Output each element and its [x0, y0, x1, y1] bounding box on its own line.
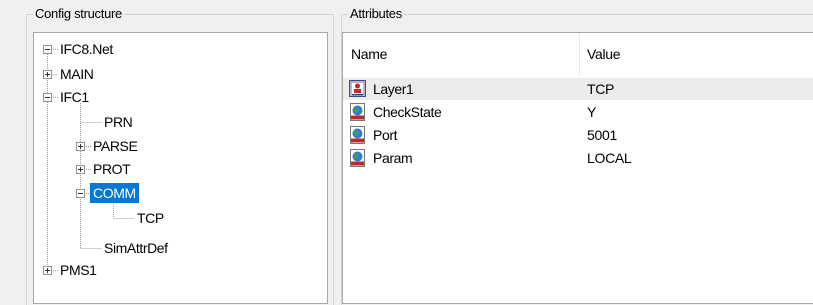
globe-document-icon: [349, 126, 367, 144]
tree-node-ifc1[interactable]: IFC1: [60, 87, 89, 107]
config-structure-title: Config structure: [33, 6, 124, 22]
row-name: CheckState: [373, 104, 442, 120]
list-row[interactable]: Param LOCAL: [343, 147, 813, 169]
config-tree[interactable]: IFC8.Net MAIN IFC1 PRN PARSE PROT COMM T…: [33, 32, 328, 304]
column-header-name[interactable]: Name: [351, 33, 387, 76]
list-row[interactable]: Port 5001: [343, 124, 813, 146]
globe-document-icon: [349, 103, 367, 121]
attributes-list[interactable]: Name Value Layer1 TCP CheckState Y Port …: [342, 32, 813, 304]
row-name: Layer1: [373, 81, 414, 97]
list-row[interactable]: Layer1 TCP: [343, 78, 813, 100]
tree-node-main[interactable]: MAIN: [60, 64, 94, 84]
column-divider[interactable]: [579, 33, 580, 76]
layer-icon: [349, 80, 367, 98]
row-value: 5001: [587, 127, 617, 143]
tree-node-pms1[interactable]: PMS1: [60, 260, 97, 280]
row-value: Y: [587, 104, 597, 120]
globe-document-icon: [349, 149, 367, 167]
row-value: LOCAL: [587, 150, 632, 166]
tree-node-tcp[interactable]: TCP: [137, 208, 164, 228]
row-value: TCP: [587, 81, 615, 97]
column-header-value[interactable]: Value: [587, 33, 621, 76]
tree-node-prn[interactable]: PRN: [104, 112, 133, 132]
row-name: Param: [373, 150, 413, 166]
list-row[interactable]: CheckState Y: [343, 101, 813, 123]
tree-node-parse[interactable]: PARSE: [93, 136, 138, 156]
tree-node-comm[interactable]: COMM: [90, 183, 139, 203]
row-name: Port: [373, 127, 398, 143]
tree-node-simattrdef[interactable]: SimAttrDef: [104, 238, 168, 258]
tree-node-prot[interactable]: PROT: [93, 159, 131, 179]
attributes-title: Attributes: [348, 6, 404, 22]
tree-node-root[interactable]: IFC8.Net: [60, 39, 113, 59]
